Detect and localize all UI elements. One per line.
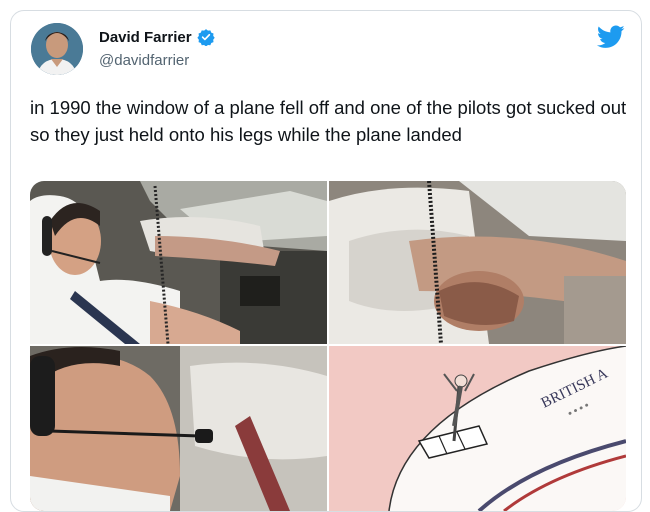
author-handle[interactable]: @davidfarrier: [99, 52, 189, 69]
tweet-text: in 1990 the window of a plane fell off a…: [30, 97, 627, 145]
author-name[interactable]: David Farrier: [99, 29, 192, 46]
avatar[interactable]: [31, 23, 83, 75]
pilot-pressed-against-window-photo[interactable]: [329, 181, 626, 344]
tweet-card[interactable]: David Farrier @davidfarrier in 1990 the …: [10, 10, 642, 512]
twitter-bird-icon[interactable]: [597, 25, 625, 49]
pilot-in-cockpit-photo[interactable]: [30, 181, 327, 344]
author-name-row[interactable]: David Farrier: [99, 28, 215, 46]
verified-badge-icon: [196, 29, 215, 46]
pilot-closeup-photo[interactable]: [30, 346, 327, 511]
british-airways-plane-drawing[interactable]: BRITISH A ● ● ● ●: [329, 346, 626, 511]
tweet-media-grid[interactable]: BRITISH A ● ● ● ●: [30, 181, 626, 511]
